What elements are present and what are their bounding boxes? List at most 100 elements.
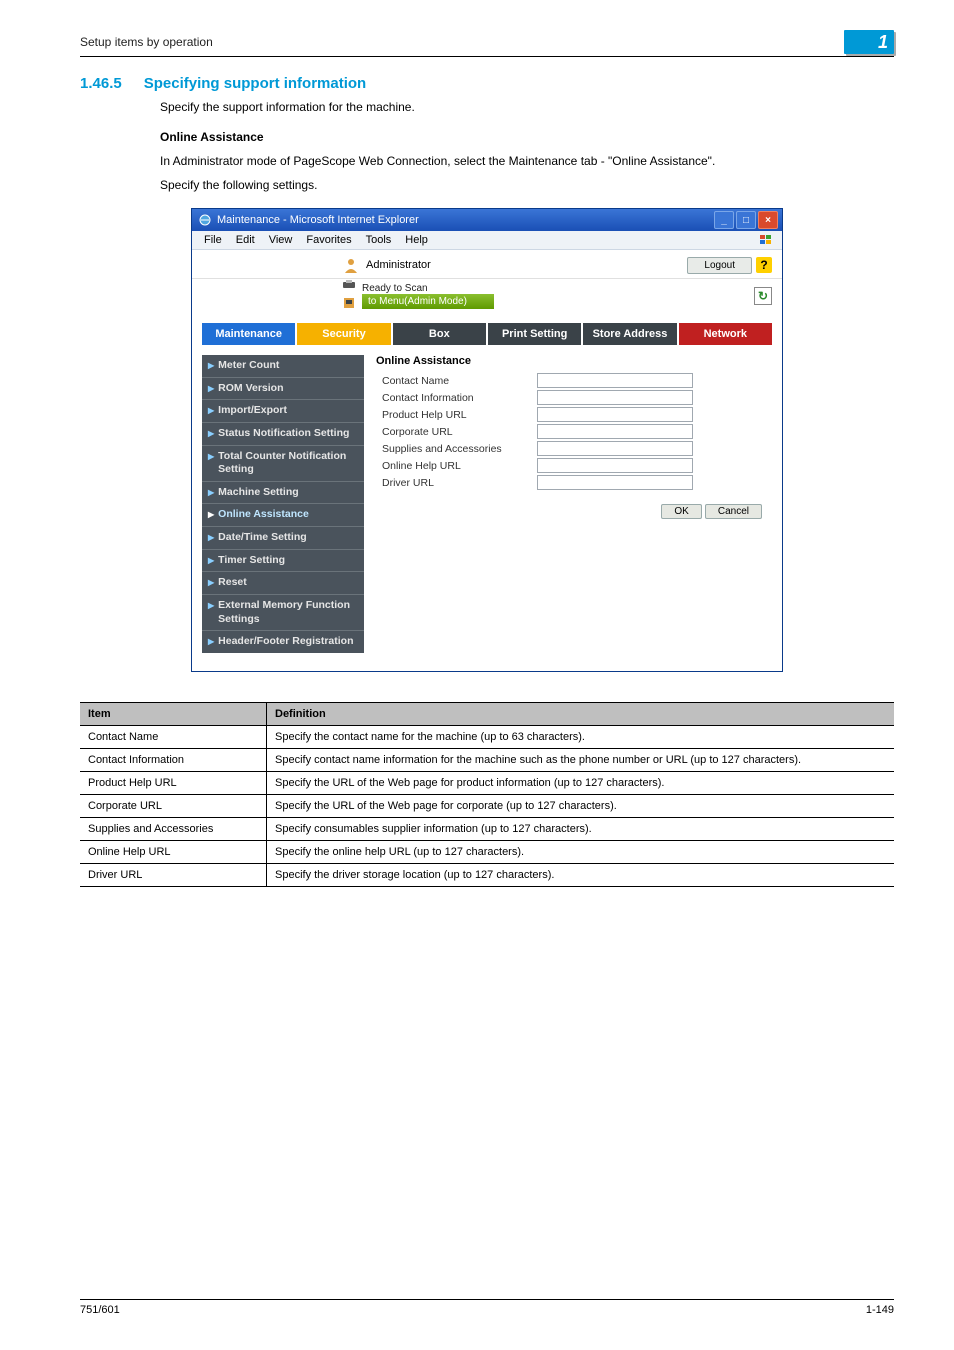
table-cell-item: Driver URL (80, 863, 267, 886)
field-row: Driver URL (376, 475, 772, 490)
refresh-icon[interactable]: ↻ (754, 287, 772, 305)
menu-favorites[interactable]: Favorites (300, 233, 357, 247)
tab-network[interactable]: Network (679, 323, 772, 345)
nav-item-meter-count[interactable]: ▶ Meter Count (202, 355, 364, 377)
supplies-and-accessories-input[interactable] (537, 441, 693, 456)
nav-item-label: Timer Setting (218, 554, 285, 568)
breadcrumb: Setup items by operation (80, 35, 213, 49)
side-nav: ▶Meter Count▶ROM Version▶Import/Export▶S… (202, 355, 364, 653)
table-row: Contact NameSpecify the contact name for… (80, 725, 894, 748)
maximize-button[interactable]: □ (736, 211, 756, 229)
chevron-right-icon: ▶ (208, 452, 214, 462)
menu-file[interactable]: File (198, 233, 228, 247)
nav-item-total-counter-notification-setting[interactable]: ▶ Total Counter Notification Setting (202, 445, 364, 481)
pane-title: Online Assistance (376, 355, 772, 367)
chevron-right-icon: ▶ (208, 429, 214, 439)
nav-item-online-assistance[interactable]: ▶ Online Assistance (202, 503, 364, 526)
tab-store-address[interactable]: Store Address (583, 323, 678, 345)
nav-item-label: Total Counter Notification Setting (218, 450, 358, 477)
window-titlebar: Maintenance - Microsoft Internet Explore… (192, 209, 782, 231)
table-cell-definition: Specify the contact name for the machine… (267, 725, 895, 748)
chevron-right-icon: ▶ (208, 510, 214, 520)
chevron-right-icon: ▶ (208, 488, 214, 498)
close-button[interactable]: × (758, 211, 778, 229)
nav-item-label: Machine Setting (218, 486, 299, 500)
nav-item-external-memory-function-settings[interactable]: ▶ External Memory Function Settings (202, 594, 364, 630)
nav-item-status-notification-setting[interactable]: ▶ Status Notification Setting (202, 422, 364, 445)
field-row: Supplies and Accessories (376, 441, 772, 456)
field-row: Contact Name (376, 373, 772, 388)
table-cell-definition: Specify the online help URL (up to 127 c… (267, 840, 895, 863)
table-row: Contact InformationSpecify contact name … (80, 748, 894, 771)
table-cell-definition: Specify consumables supplier information… (267, 817, 895, 840)
menu-edit[interactable]: Edit (230, 233, 261, 247)
admin-role-label: Administrator (366, 259, 431, 271)
nav-item-timer-setting[interactable]: ▶ Timer Setting (202, 549, 364, 572)
field-label: Contact Information (376, 392, 537, 404)
window-title: Maintenance - Microsoft Internet Explore… (217, 214, 419, 226)
tab-box[interactable]: Box (393, 323, 488, 345)
nav-item-rom-version[interactable]: ▶ROM Version (202, 377, 364, 400)
chevron-right-icon: ▶ (208, 384, 214, 394)
nav-item-import-export[interactable]: ▶ Import/Export (202, 399, 364, 422)
menu-help[interactable]: Help (399, 233, 434, 247)
chevron-right-icon: ▶ (208, 601, 214, 611)
para-1: In Administrator mode of PageScope Web C… (160, 152, 894, 170)
status-admin-mode-link[interactable]: to Menu(Admin Mode) (362, 294, 494, 309)
minimize-button[interactable]: _ (714, 211, 734, 229)
nav-item-label: Status Notification Setting (218, 427, 349, 441)
table-cell-item: Contact Information (80, 748, 267, 771)
nav-item-label: Meter Count (218, 359, 279, 373)
online-help-url-input[interactable] (537, 458, 693, 473)
field-label: Supplies and Accessories (376, 443, 537, 455)
help-icon[interactable]: ? (756, 257, 772, 273)
admin-icon (342, 256, 360, 274)
nav-item-label: Import/Export (218, 404, 287, 418)
cancel-button[interactable]: Cancel (705, 504, 762, 519)
footer-right: 1-149 (866, 1304, 894, 1316)
definition-table: Item Definition Contact NameSpecify the … (80, 702, 894, 887)
table-header-item: Item (80, 702, 267, 725)
table-row: Driver URLSpecify the driver storage loc… (80, 863, 894, 886)
field-row: Contact Information (376, 390, 772, 405)
nav-item-label: Online Assistance (218, 508, 309, 522)
online-assistance-heading: Online Assistance (160, 130, 894, 144)
contact-name-input[interactable] (537, 373, 693, 388)
nav-item-reset[interactable]: ▶Reset (202, 571, 364, 594)
tab-maintenance[interactable]: Maintenance (202, 323, 297, 345)
field-label: Product Help URL (376, 409, 537, 421)
table-cell-item: Corporate URL (80, 794, 267, 817)
chapter-number-badge: 1 (844, 30, 894, 54)
table-row: Supplies and AccessoriesSpecify consumab… (80, 817, 894, 840)
driver-url-input[interactable] (537, 475, 693, 490)
product-help-url-input[interactable] (537, 407, 693, 422)
nav-item-label: Reset (218, 576, 247, 590)
chevron-right-icon: ▶ (208, 556, 214, 566)
menu-view[interactable]: View (263, 233, 299, 247)
table-cell-definition: Specify the URL of the Web page for prod… (267, 771, 895, 794)
logout-button[interactable]: Logout (687, 257, 752, 274)
corporate-url-input[interactable] (537, 424, 693, 439)
footer-left: 751/601 (80, 1304, 120, 1316)
field-label: Online Help URL (376, 460, 537, 472)
nav-item-label: External Memory Function Settings (218, 599, 358, 626)
table-row: Product Help URLSpecify the URL of the W… (80, 771, 894, 794)
ok-button[interactable]: OK (661, 504, 701, 519)
nav-item-machine-setting[interactable]: ▶ Machine Setting (202, 481, 364, 504)
tab-print-setting[interactable]: Print Setting (488, 323, 583, 345)
table-cell-definition: Specify the URL of the Web page for corp… (267, 794, 895, 817)
nav-item-header-footer-registration[interactable]: ▶Header/Footer Registration (202, 630, 364, 653)
table-header-definition: Definition (267, 702, 895, 725)
nav-item-date-time-setting[interactable]: ▶Date/Time Setting (202, 526, 364, 549)
contact-information-input[interactable] (537, 390, 693, 405)
chevron-right-icon: ▶ (208, 406, 214, 416)
field-row: Product Help URL (376, 407, 772, 422)
table-cell-definition: Specify the driver storage location (up … (267, 863, 895, 886)
ie-icon (198, 213, 212, 227)
section-intro: Specify the support information for the … (160, 98, 894, 116)
menu-tools[interactable]: Tools (360, 233, 398, 247)
table-cell-item: Contact Name (80, 725, 267, 748)
chevron-right-icon: ▶ (208, 361, 214, 371)
printer-status-icon (342, 279, 356, 294)
tab-security[interactable]: Security (297, 323, 392, 345)
